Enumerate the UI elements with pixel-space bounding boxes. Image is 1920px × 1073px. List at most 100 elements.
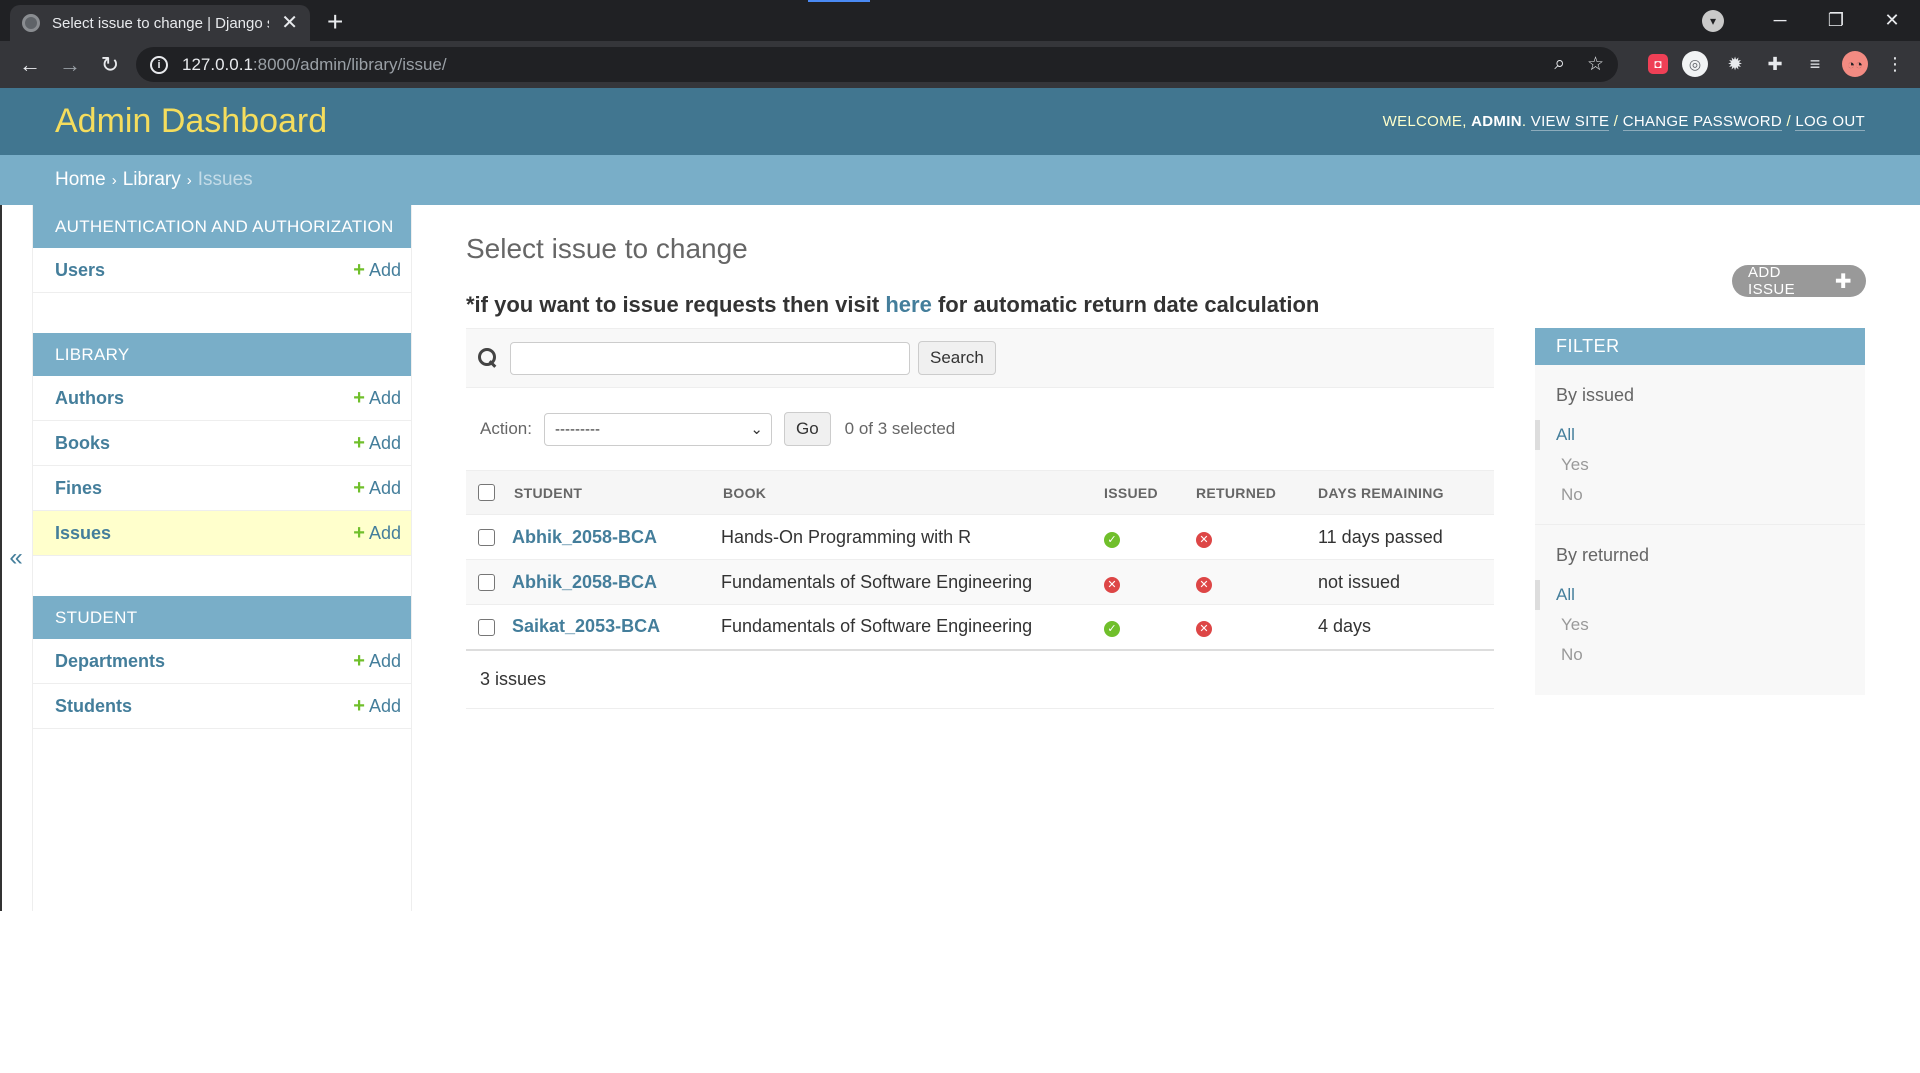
selected-count: 0 of 3 selected [844, 419, 956, 438]
notice-here-link[interactable]: here [885, 292, 931, 317]
row-checkbox[interactable] [478, 529, 495, 547]
model-link[interactable]: Users [55, 260, 105, 281]
filter-option-no[interactable]: No [1535, 640, 1865, 670]
model-link[interactable]: Students [55, 696, 132, 717]
column-header-issued[interactable]: ISSUED [1104, 470, 1196, 515]
module-caption[interactable]: LIBRARY [33, 333, 411, 376]
column-header-returned[interactable]: RETURNED [1196, 470, 1318, 515]
add-plus-icon: + [353, 386, 365, 409]
model-link[interactable]: Fines [55, 478, 102, 499]
student-link[interactable]: Saikat_2053-BCA [512, 616, 660, 636]
browser-tab-bar: Select issue to change | Django s ✕ + ▾ … [0, 0, 1920, 41]
add-plus-icon: + [353, 521, 365, 544]
breadcrumb-library[interactable]: Library [123, 169, 181, 191]
column-header-book[interactable]: BOOK [712, 470, 1104, 515]
add-link[interactable]: + Add [353, 477, 401, 500]
add-issue-button[interactable]: ADD ISSUE ✚ [1732, 264, 1866, 298]
book-cell: Hands-On Programming with R [712, 514, 1104, 560]
add-label: Add [368, 477, 401, 498]
filter-option-yes[interactable]: Yes [1535, 610, 1865, 640]
filter-option-no[interactable]: No [1535, 480, 1865, 510]
add-plus-icon: + [353, 694, 365, 717]
days-remaining-cell: 4 days [1318, 604, 1494, 651]
sidebar-item-users: Users + Add [33, 248, 411, 293]
table-row: Abhik_2058-BCA Fundamentals of Software … [466, 559, 1494, 605]
add-link[interactable]: + Add [353, 695, 401, 718]
model-link[interactable]: Issues [55, 523, 111, 544]
info-icon[interactable]: i [150, 55, 168, 74]
site-name[interactable]: Admin Dashboard [55, 102, 327, 141]
new-tab-icon[interactable]: + [327, 6, 343, 38]
user-tools: WELCOME, ADMIN. VIEW SITE / CHANGE PASSW… [1382, 113, 1865, 131]
student-link[interactable]: Abhik_2058-BCA [512, 572, 657, 592]
log-out-link[interactable]: LOG OUT [1795, 113, 1865, 131]
view-site-link[interactable]: VIEW SITE [1530, 113, 1610, 131]
tab-search-icon[interactable]: ▾ [1702, 9, 1724, 32]
breadcrumb-home[interactable]: Home [55, 169, 106, 191]
go-button[interactable]: Go [783, 412, 831, 446]
sidebar-item-fines: Fines + Add [33, 466, 411, 511]
row-checkbox[interactable] [478, 619, 495, 636]
change-password-link[interactable]: CHANGE PASSWORD [1622, 113, 1782, 131]
puzzle-icon[interactable]: ✚ [1762, 51, 1788, 77]
breadcrumb: Home › Library › Issues [0, 155, 1920, 205]
model-link[interactable]: Authors [55, 388, 124, 409]
reload-icon[interactable]: ↻ [90, 52, 130, 78]
module-caption[interactable]: AUTHENTICATION AND AUTHORIZATION [33, 205, 411, 248]
add-link[interactable]: + Add [353, 259, 401, 282]
back-icon[interactable]: ← [10, 52, 50, 78]
minimize-icon[interactable]: ─ [1752, 10, 1808, 31]
results-table: STUDENT BOOK ISSUED RETURNED DAYS REMAIN… [466, 470, 1494, 651]
search-input[interactable] [510, 341, 910, 375]
username: ADMIN [1471, 113, 1522, 130]
add-link[interactable]: + Add [353, 432, 401, 455]
restore-icon[interactable]: ❐ [1808, 10, 1864, 31]
search-button[interactable]: Search [918, 341, 996, 375]
add-link[interactable]: + Add [353, 650, 401, 673]
bookmark-star-icon[interactable]: ☆ [1587, 53, 1604, 76]
address-bar[interactable]: i 127.0.0.1:8000/admin/library/issue/ ⌕ … [136, 47, 1618, 82]
model-link[interactable]: Departments [55, 651, 165, 672]
table-row: Saikat_2053-BCA Fundamentals of Software… [466, 604, 1494, 651]
filter-option-all[interactable]: All [1535, 420, 1865, 450]
returned-cell: ✕ [1196, 514, 1318, 560]
breadcrumb-separator: › [186, 171, 192, 189]
breadcrumb-separator: › [111, 171, 117, 189]
browser-tab[interactable]: Select issue to change | Django s ✕ [10, 5, 310, 41]
column-header-student[interactable]: STUDENT [512, 470, 712, 515]
close-tab-icon[interactable]: ✕ [281, 13, 298, 33]
yes-check-icon: ✓ [1104, 621, 1120, 638]
window-controls: ▾ ─ ❐ ✕ [1702, 0, 1920, 41]
zoom-icon[interactable]: ⌕ [1554, 53, 1565, 76]
filter-options: All Yes No [1535, 580, 1865, 670]
profile-avatar-icon[interactable]: ◔◔ [1842, 51, 1868, 77]
close-window-icon[interactable]: ✕ [1864, 10, 1920, 31]
row-checkbox[interactable] [478, 574, 495, 592]
extension-circle-icon[interactable]: ◎ [1682, 51, 1708, 77]
filter-options: All Yes No [1535, 420, 1865, 510]
sidebar-collapse-toggle[interactable]: « [0, 205, 33, 911]
module-caption[interactable]: STUDENT [33, 596, 411, 639]
action-select[interactable]: --------- ⌄ [543, 412, 772, 446]
settings-gear-icon[interactable]: ✹ [1722, 51, 1748, 77]
model-link[interactable]: Books [55, 433, 110, 454]
welcome-text: WELCOME, [1382, 113, 1467, 130]
select-all-checkbox[interactable] [478, 484, 495, 502]
tab-title: Select issue to change | Django s [52, 14, 270, 32]
issued-cell: ✕ [1104, 559, 1196, 605]
add-plus-icon: + [353, 258, 365, 281]
no-cross-icon: ✕ [1196, 576, 1212, 593]
module-auth: AUTHENTICATION AND AUTHORIZATION Users +… [33, 205, 411, 293]
filter-option-all[interactable]: All [1535, 580, 1865, 610]
pocket-icon[interactable]: ◘ [1648, 54, 1668, 74]
column-header-days-remaining[interactable]: DAYS REMAINING [1318, 470, 1494, 515]
add-link[interactable]: + Add [353, 522, 401, 545]
filter-option-yes[interactable]: Yes [1535, 450, 1865, 480]
add-link[interactable]: + Add [353, 387, 401, 410]
menu-dots-icon[interactable]: ⋮ [1882, 51, 1908, 77]
browser-toolbar: ← → ↻ i 127.0.0.1:8000/admin/library/iss… [0, 41, 1920, 88]
student-link[interactable]: Abhik_2058-BCA [512, 527, 657, 547]
forward-icon[interactable]: → [50, 52, 90, 78]
media-queue-icon[interactable]: ≡ [1802, 51, 1828, 77]
sidebar-item-books: Books + Add [33, 421, 411, 466]
